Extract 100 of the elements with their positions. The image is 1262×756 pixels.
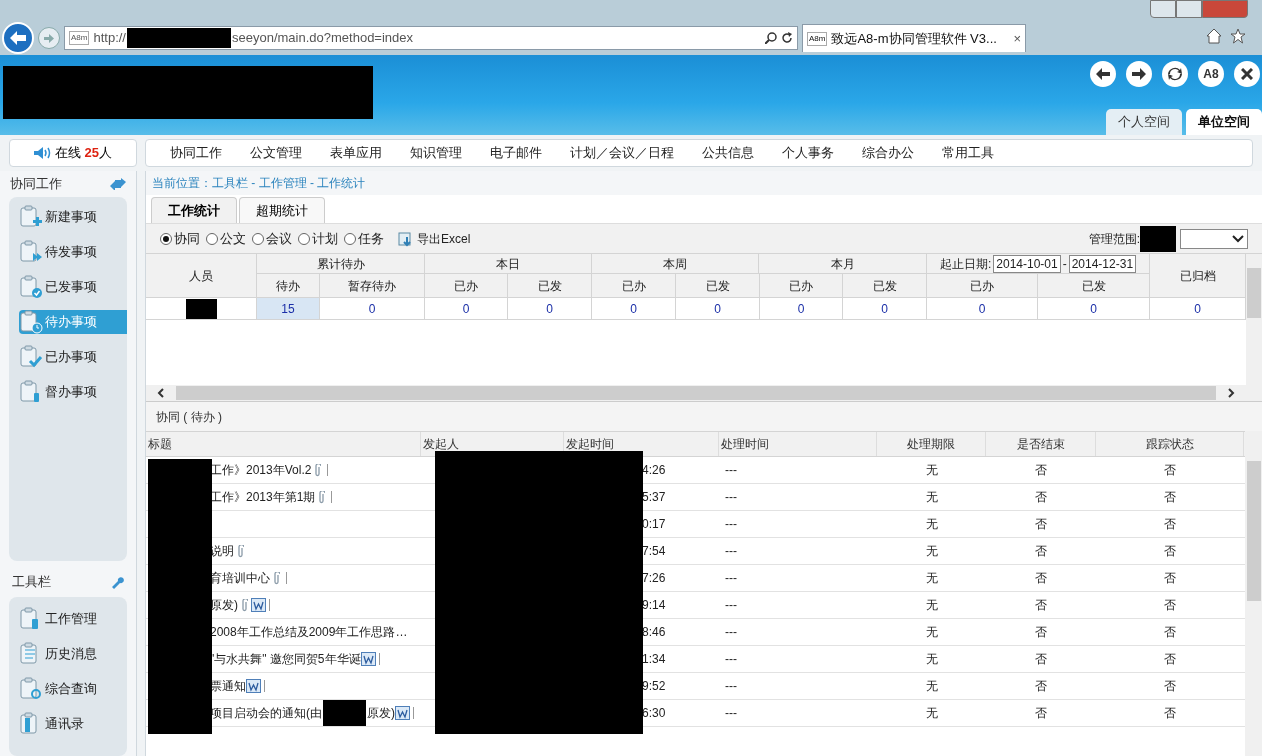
column-header: 处理期限	[907, 436, 955, 453]
sidebar-item[interactable]: 已发事项	[19, 275, 127, 299]
forward-button[interactable]	[1126, 61, 1152, 87]
paperclip-icon	[314, 463, 322, 477]
table-cell-text: 0	[1090, 300, 1097, 318]
toolbar-item[interactable]: 历史消息	[19, 642, 127, 666]
table-cell-text: 无	[925, 489, 938, 506]
table-cell-text: ---	[725, 705, 737, 722]
table-cell-text: 否	[1035, 678, 1047, 695]
type-radio[interactable]: 公文	[206, 228, 246, 249]
back-button[interactable]	[1090, 61, 1116, 87]
title-text[interactable]: 育培训中心	[210, 569, 270, 587]
type-radio[interactable]: 任务	[344, 228, 384, 249]
sidebar-item[interactable]: 新建事项	[19, 205, 127, 229]
word-document-icon	[251, 598, 266, 612]
minimize-button[interactable]	[1150, 0, 1176, 18]
document-icon	[19, 240, 43, 264]
table-cell-text: 否	[1164, 489, 1176, 506]
table-cell-text: 否	[1035, 489, 1047, 506]
refresh-button[interactable]	[1162, 61, 1188, 87]
tab[interactable]: 超期统计	[239, 197, 325, 223]
star-icon[interactable]	[1230, 28, 1246, 44]
table-cell-text: 7:26	[642, 570, 666, 587]
column-header: 人员	[189, 267, 213, 285]
column-header: 已办	[970, 277, 994, 295]
sidebar-item[interactable]: 待发事项	[19, 240, 127, 264]
address-bar[interactable]: A8m http:// seeyon/main.do?method=index	[64, 26, 798, 50]
redaction-block	[323, 700, 366, 726]
table-cell-text: 无	[925, 624, 938, 641]
toolbar-item[interactable]: 通讯录	[19, 712, 127, 736]
column-header: 本日	[496, 255, 520, 273]
chevron-left-icon[interactable]	[157, 388, 165, 398]
table-cell-text: ---	[725, 543, 737, 560]
table-cell-text: 否	[1035, 516, 1047, 533]
table-cell-text: 否	[1164, 597, 1176, 614]
menu-item[interactable]: 公文管理	[236, 143, 316, 163]
title-text[interactable]: 说明	[210, 542, 234, 560]
refresh-icon	[781, 32, 793, 44]
paperclip-icon	[237, 544, 244, 558]
table-cell-text: 4:26	[642, 462, 666, 479]
wrench-icon[interactable]	[110, 575, 124, 589]
table-cell-text: ---	[725, 678, 737, 695]
document-icon	[19, 310, 43, 334]
menu-item[interactable]: 电子邮件	[476, 143, 556, 163]
toolbar-item[interactable]: 综合查询	[19, 677, 127, 701]
table-cell-text: 否	[1164, 570, 1176, 587]
table-cell-text: 否	[1035, 597, 1047, 614]
column-header: 本周	[663, 255, 687, 273]
title-text[interactable]: 2008年工作总结及2009年工作思路…	[210, 623, 408, 641]
table-cell-text: 无	[925, 543, 938, 560]
swap-arrows-icon[interactable]	[110, 178, 126, 190]
type-radio[interactable]: 协同	[160, 228, 200, 249]
browser-tab[interactable]: A8m 致远A8-m协同管理软件 V3... ×	[802, 24, 1026, 52]
close-button[interactable]	[1234, 61, 1260, 87]
table-cell-text: ---	[725, 624, 737, 641]
table-cell-text: 无	[925, 705, 938, 722]
menu-item[interactable]: 公共信息	[688, 143, 768, 163]
speaker-icon	[33, 147, 52, 159]
tab[interactable]: 工作统计	[151, 197, 237, 223]
title-text[interactable]: 票通知	[210, 677, 246, 695]
start-date-field[interactable]: 2014-10-01	[993, 254, 1061, 273]
end-date-field[interactable]: 2014-12-31	[1068, 254, 1137, 273]
sidebar-item[interactable]: 已办事项	[19, 345, 127, 369]
table-cell-text: 无	[925, 678, 938, 695]
home-icon[interactable]	[1206, 28, 1222, 44]
table-cell-text: ---	[725, 489, 737, 506]
menu-item[interactable]: 计划／会议／日程	[556, 143, 688, 163]
tab-close-button[interactable]: ×	[1013, 28, 1021, 49]
menu-item[interactable]: 表单应用	[316, 143, 396, 163]
chevron-right-icon[interactable]	[1227, 388, 1235, 398]
menu-item[interactable]: 常用工具	[928, 143, 1008, 163]
scrollbar-thumb[interactable]	[176, 386, 1216, 400]
title-text[interactable]: 原发)	[367, 704, 395, 722]
export-excel-button[interactable]: 导出Excel	[398, 229, 471, 248]
menu-item[interactable]: 个人事务	[768, 143, 848, 163]
space-tab[interactable]: 个人空间	[1106, 109, 1182, 135]
type-radio[interactable]: 计划	[298, 228, 338, 249]
browser-back-button[interactable]	[2, 22, 34, 54]
menu-item[interactable]: 知识管理	[396, 143, 476, 163]
maximize-button[interactable]	[1176, 0, 1202, 18]
type-radio[interactable]: 会议	[252, 228, 292, 249]
chevron-down-icon	[1232, 234, 1244, 243]
column-header: 已发	[537, 277, 562, 295]
space-tab[interactable]: 单位空间	[1186, 109, 1262, 135]
sidebar-item[interactable]: 督办事项	[19, 380, 127, 404]
refresh-icon	[1167, 66, 1183, 82]
scope-select[interactable]	[1180, 228, 1248, 249]
toolbar-item[interactable]: 工作管理	[19, 607, 127, 631]
word-document-icon	[360, 652, 376, 666]
table-cell-text: 否	[1164, 543, 1176, 560]
table-cell-text: 0	[714, 300, 721, 318]
table-cell-text: 1:34	[642, 651, 666, 668]
search-icon	[765, 32, 777, 44]
menu-item[interactable]: 综合办公	[848, 143, 928, 163]
arrow-right-icon	[44, 33, 54, 43]
a8-button[interactable]: A8	[1198, 61, 1224, 87]
menu-item[interactable]: 协同工作	[156, 143, 236, 163]
toolbar-title: 工具栏	[12, 573, 51, 592]
title-text[interactable]: 项目启动会的通知(由	[210, 704, 322, 722]
column-header: 待办	[276, 277, 300, 295]
